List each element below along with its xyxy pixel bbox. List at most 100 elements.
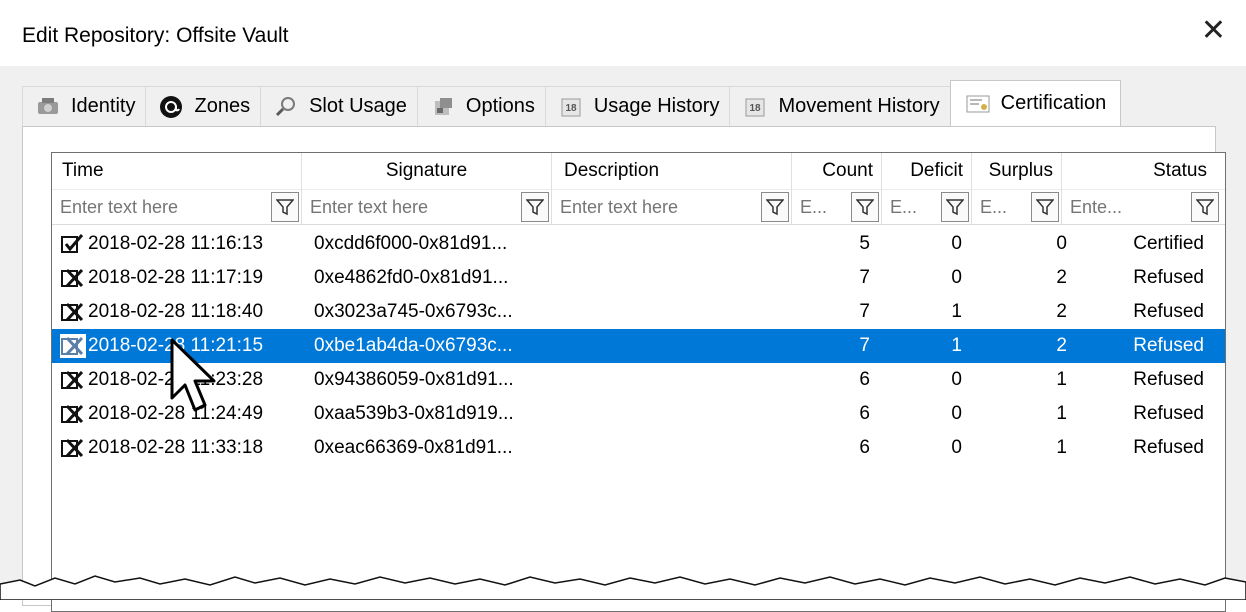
cell-surplus: 2 xyxy=(1056,267,1067,288)
cell-count: 6 xyxy=(859,403,870,424)
window-title: Edit Repository: Offsite Vault xyxy=(22,24,289,47)
close-icon[interactable]: ✕ xyxy=(1201,16,1226,46)
cell-deficit: 0 xyxy=(951,403,962,424)
tab-strip: Identity Zones Slot Usage Options 18 Usa… xyxy=(22,80,1122,126)
tab-movement-history[interactable]: 18 Movement History xyxy=(729,86,951,126)
cell-surplus: 1 xyxy=(1056,437,1067,458)
filter-input-status[interactable] xyxy=(1070,194,1180,220)
tab-label: Usage History xyxy=(593,95,720,117)
funnel-icon xyxy=(276,199,294,216)
filter-input-time[interactable] xyxy=(60,194,260,220)
title-bar: Edit Repository: Offsite Vault ✕ xyxy=(0,0,1246,66)
cell-surplus: 1 xyxy=(1056,369,1067,390)
tab-usage-history[interactable]: 18 Usage History xyxy=(544,86,731,126)
filter-button[interactable] xyxy=(271,192,299,222)
cell-time: 2018-02-28 11:17:19 xyxy=(88,267,264,288)
column-label: Count xyxy=(822,160,873,181)
table-row[interactable]: 2018-02-28 11:33:18 0xeac66369-0x81d91..… xyxy=(52,431,1225,465)
funnel-icon xyxy=(766,199,784,216)
cell-status: Refused xyxy=(1133,369,1204,390)
table-row[interactable]: 2018-02-28 11:17:19 0xe4862fd0-0x81d91..… xyxy=(52,261,1225,295)
filter-input-deficit[interactable] xyxy=(890,194,938,220)
refused-icon xyxy=(60,402,86,426)
column-header-count[interactable]: Count xyxy=(792,153,882,189)
refused-icon xyxy=(60,334,86,358)
cell-count: 6 xyxy=(859,369,870,390)
cell-count: 7 xyxy=(859,267,870,288)
cell-status: Certified xyxy=(1133,233,1204,254)
filter-cell-surplus xyxy=(972,189,1062,225)
table-row[interactable]: 2018-02-28 11:18:40 0x3023a745-0x6793c..… xyxy=(52,295,1225,329)
filter-cell-signature xyxy=(302,189,552,225)
column-label: Description xyxy=(564,160,660,181)
tab-label: Zones xyxy=(194,95,251,117)
table-row[interactable]: 2018-02-28 11:16:13 0xcdd6f000-0x81d91..… xyxy=(52,227,1225,261)
cell-count: 6 xyxy=(859,437,870,458)
cell-signature: 0xcdd6f000-0x81d91... xyxy=(314,233,508,254)
tab-label: Options xyxy=(465,95,535,117)
filter-button[interactable] xyxy=(1191,192,1219,222)
filter-button[interactable] xyxy=(761,192,789,222)
cell-deficit: 0 xyxy=(951,267,962,288)
filter-cell-description xyxy=(552,189,792,225)
cell-status: Refused xyxy=(1133,403,1204,424)
filter-button[interactable] xyxy=(851,192,879,222)
filter-cell-count xyxy=(792,189,882,225)
column-header-surplus[interactable]: Surplus xyxy=(972,153,1062,189)
tab-options[interactable]: Options xyxy=(416,86,546,126)
certificate-icon xyxy=(965,92,991,116)
tab-identity[interactable]: Identity xyxy=(22,86,147,126)
cell-surplus: 2 xyxy=(1056,335,1067,356)
cell-status: Refused xyxy=(1133,301,1204,322)
cell-surplus: 1 xyxy=(1056,403,1067,424)
svg-text:18: 18 xyxy=(750,103,762,114)
tab-certification[interactable]: Certification xyxy=(949,80,1122,126)
magnifier-icon xyxy=(273,95,299,119)
cell-deficit: 0 xyxy=(951,233,962,254)
check-icon xyxy=(60,232,86,256)
cell-status: Refused xyxy=(1133,437,1204,458)
svg-text:18: 18 xyxy=(565,103,577,114)
cell-status: Refused xyxy=(1133,267,1204,288)
cell-count: 7 xyxy=(859,301,870,322)
column-label: Time xyxy=(62,160,104,181)
filter-button[interactable] xyxy=(1031,192,1059,222)
torn-edge-decoration xyxy=(0,575,1246,600)
funnel-icon xyxy=(1036,199,1054,216)
funnel-icon xyxy=(946,199,964,216)
cell-count: 5 xyxy=(859,233,870,254)
column-header-deficit[interactable]: Deficit xyxy=(882,153,972,189)
cell-deficit: 1 xyxy=(951,301,962,322)
column-label: Status xyxy=(1153,160,1207,181)
column-label: Deficit xyxy=(910,160,963,181)
tab-slot-usage[interactable]: Slot Usage xyxy=(260,86,418,126)
cell-signature: 0x3023a745-0x6793c... xyxy=(314,301,513,322)
refused-icon xyxy=(60,300,86,324)
column-header-signature[interactable]: Signature xyxy=(302,153,552,189)
tab-label: Identity xyxy=(71,95,136,117)
cell-surplus: 0 xyxy=(1056,233,1067,254)
column-header-description[interactable]: Description xyxy=(552,153,792,189)
filter-button[interactable] xyxy=(521,192,549,222)
cell-surplus: 2 xyxy=(1056,301,1067,322)
filter-input-count[interactable] xyxy=(800,194,848,220)
filter-input-signature[interactable] xyxy=(310,194,510,220)
filter-button[interactable] xyxy=(941,192,969,222)
filter-input-surplus[interactable] xyxy=(980,194,1028,220)
column-header-time[interactable]: Time xyxy=(52,153,302,189)
column-header-status[interactable]: Status xyxy=(1062,153,1225,189)
filter-input-description[interactable] xyxy=(560,194,750,220)
tab-label: Certification xyxy=(1000,92,1107,114)
cell-time: 2018-02-28 11:33:18 xyxy=(88,437,264,458)
column-label: Signature xyxy=(385,160,468,181)
calendar-icon: 18 xyxy=(558,95,584,119)
filter-cell-deficit xyxy=(882,189,972,225)
cell-deficit: 1 xyxy=(951,335,962,356)
tab-zones[interactable]: Zones xyxy=(145,86,262,126)
column-label: Surplus xyxy=(988,160,1053,181)
cell-signature: 0xeac66369-0x81d91... xyxy=(314,437,513,458)
identity-icon xyxy=(35,95,61,119)
funnel-icon xyxy=(856,199,874,216)
refused-icon xyxy=(60,266,86,290)
filter-cell-status xyxy=(1062,189,1225,225)
